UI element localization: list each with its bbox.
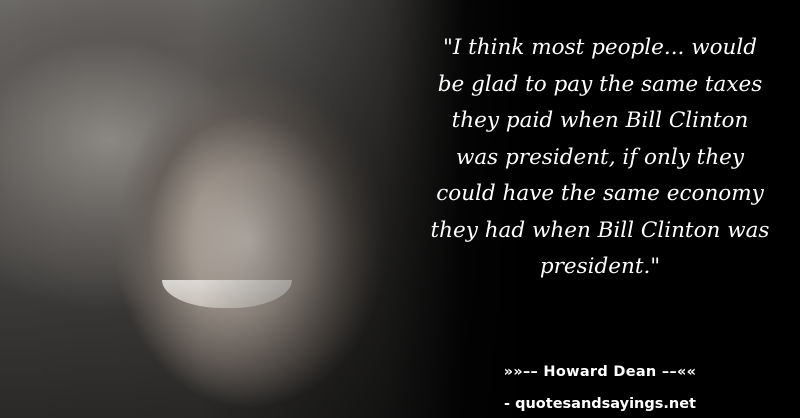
quote-line: was president, if only they <box>455 144 745 170</box>
quote-line: "I think most people... would <box>442 35 758 60</box>
quote-text: "I think most people... would be glad to… <box>410 30 790 286</box>
source-site: - quotesandsayings.net <box>504 396 696 412</box>
quote-line: they had when Bill Clinton was <box>430 217 770 243</box>
quote-line: they paid when Bill Clinton <box>451 108 749 133</box>
quote-line: could have the same economy <box>436 181 764 206</box>
quote-image: "I think most people... would be glad to… <box>0 0 800 418</box>
quote-line: be glad to pay the same taxes <box>437 71 763 97</box>
quote-author: »»–– Howard Dean ––«« <box>503 364 697 380</box>
quote-line: president." <box>539 254 661 279</box>
